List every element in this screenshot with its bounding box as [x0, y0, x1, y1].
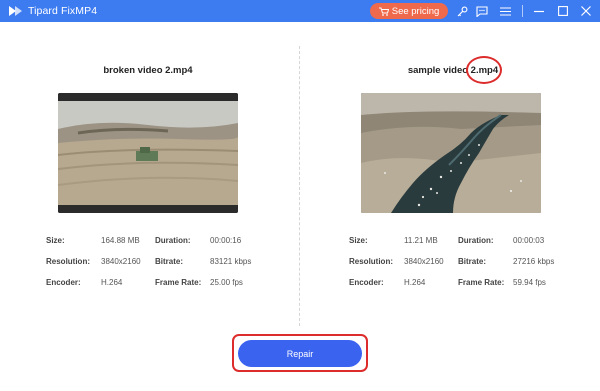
repair-button[interactable]: Repair [238, 340, 362, 367]
menu-icon[interactable] [498, 4, 512, 18]
size-label: Size: [349, 236, 368, 245]
see-pricing-label: See pricing [391, 5, 440, 17]
close-icon[interactable] [579, 4, 593, 18]
duration-label: Duration: [155, 236, 191, 245]
maximize-icon[interactable] [556, 4, 570, 18]
sample-size-value: 11.21 MB [404, 236, 438, 245]
sample-frame-rate-value: 59.94 fps [513, 278, 546, 287]
duration-label: Duration: [458, 236, 494, 245]
broken-video-thumbnail[interactable] [58, 93, 238, 213]
minimize-icon[interactable] [532, 4, 546, 18]
broken-encoder-value: H.264 [101, 278, 123, 287]
cart-icon [378, 7, 389, 16]
resolution-label: Resolution: [46, 257, 90, 266]
frame-rate-label: Frame Rate: [458, 278, 505, 287]
frame-rate-label: Frame Rate: [155, 278, 202, 287]
broken-size-value: 164.88 MB [101, 236, 140, 245]
encoder-label: Encoder: [349, 278, 384, 287]
app-title: Tipard FixMP4 [28, 5, 98, 17]
broken-frame-rate-value: 25.00 fps [210, 278, 243, 287]
broken-duration-value: 00:00:16 [210, 236, 242, 245]
broken-video-filename: broken video 2.mp4 [103, 65, 193, 76]
encoder-label: Encoder: [46, 278, 81, 287]
title-bar-divider [522, 5, 523, 17]
sample-video-filename: sample video 2.mp4 [407, 65, 499, 76]
sample-encoder-value: H.264 [404, 278, 426, 287]
app-logo-icon [9, 6, 22, 16]
broken-bitrate-value: 83121 kbps [210, 257, 252, 266]
bitrate-label: Bitrate: [155, 257, 184, 266]
broken-resolution-value: 3840x2160 [101, 257, 141, 266]
sample-duration-value: 00:00:03 [513, 236, 545, 245]
key-icon[interactable] [455, 4, 469, 18]
bitrate-label: Bitrate: [458, 257, 487, 266]
brand: Tipard FixMP4 [9, 4, 97, 18]
sample-bitrate-value: 27216 kbps [513, 257, 555, 266]
feedback-icon[interactable] [475, 4, 489, 18]
resolution-label: Resolution: [349, 257, 393, 266]
sample-resolution-value: 3840x2160 [404, 257, 444, 266]
title-bar: Tipard FixMP4 See pricing [0, 0, 600, 22]
panel-divider [299, 46, 300, 326]
size-label: Size: [46, 236, 65, 245]
see-pricing-button[interactable]: See pricing [370, 3, 448, 19]
highlight-circle [466, 56, 502, 84]
sample-video-thumbnail[interactable] [361, 93, 541, 213]
